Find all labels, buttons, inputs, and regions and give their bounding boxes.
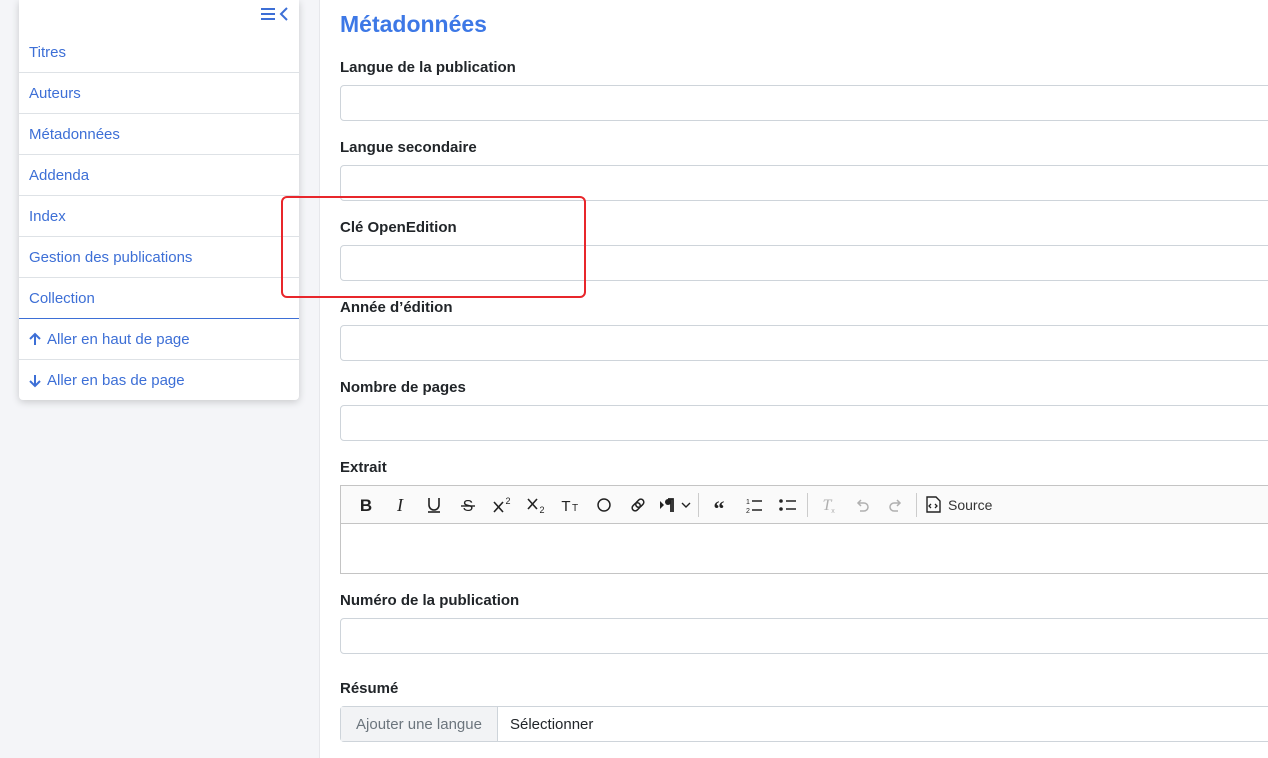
arrow-down-icon — [29, 374, 41, 388]
source-label: Source — [948, 496, 993, 513]
bold-button[interactable]: B — [349, 490, 383, 520]
langue-secondaire-label: Langue secondaire — [340, 139, 477, 156]
strikethrough-icon: S — [461, 498, 475, 514]
nav-item-collection[interactable]: Collection — [19, 278, 299, 319]
collapse-nav-button[interactable] — [261, 5, 289, 23]
nav-item-index[interactable]: Index — [19, 196, 299, 237]
remove-format-button[interactable]: Tx — [811, 490, 845, 520]
subscript-button[interactable]: 2 — [519, 490, 553, 520]
link-icon — [631, 497, 645, 512]
svg-text:I: I — [396, 496, 404, 514]
arrow-up-icon — [29, 332, 41, 346]
bold-icon: B — [360, 496, 372, 514]
langue-publication-input[interactable] — [340, 85, 1268, 121]
circle-icon — [597, 497, 611, 512]
superscript-button[interactable]: 2 — [485, 490, 519, 520]
small-caps-icon: TT — [561, 498, 578, 514]
remove-format-icon: Tx — [823, 497, 836, 514]
go-bottom-label: Aller en bas de page — [47, 372, 185, 389]
nav-item-label: Addenda — [29, 166, 90, 184]
numero-publication-label: Numéro de la publication — [340, 592, 520, 609]
chevron-down-icon — [681, 502, 691, 508]
redo-button[interactable] — [879, 490, 913, 520]
numero-publication-input[interactable] — [340, 618, 1268, 654]
nombre-pages-input[interactable] — [340, 405, 1268, 441]
underline-icon — [428, 497, 440, 513]
nav-item-label: Auteurs — [29, 84, 81, 102]
resume-language-group: Ajouter une langue Sélectionner — [340, 706, 1268, 742]
nav-item-label: Titres — [29, 43, 66, 61]
nav-item-label: Gestion des publications — [29, 248, 193, 266]
paragraph-direction-dropdown[interactable] — [655, 490, 695, 520]
editor-toolbar: B I S 2 2 TT “ 12 Tx Source — [341, 486, 1268, 524]
svg-text:1: 1 — [746, 499, 750, 506]
svg-text:“: “ — [714, 496, 725, 514]
extrait-label: Extrait — [340, 459, 387, 476]
nav-item-gestion-publications[interactable]: Gestion des publications — [19, 237, 299, 278]
menu-icon — [261, 8, 275, 20]
svg-text:B: B — [360, 496, 372, 514]
toolbar-separator — [807, 492, 808, 517]
nav-item-label: Métadonnées — [29, 125, 120, 143]
annotation-highlight-box — [281, 196, 586, 298]
link-button[interactable] — [621, 490, 655, 520]
superscript-icon: 2 — [493, 496, 511, 513]
language-select[interactable]: Sélectionner — [498, 707, 593, 741]
go-bottom-link[interactable]: Aller en bas de page — [19, 360, 299, 401]
svg-text:x: x — [831, 508, 835, 514]
italic-button[interactable]: I — [383, 490, 417, 520]
nav-item-auteurs[interactable]: Auteurs — [19, 73, 299, 114]
redo-icon — [889, 498, 902, 512]
go-top-link[interactable]: Aller en haut de page — [19, 319, 299, 360]
undo-button[interactable] — [845, 490, 879, 520]
numbered-list-button[interactable]: 12 — [736, 490, 770, 520]
svg-text:2: 2 — [539, 505, 544, 514]
svg-text:2: 2 — [505, 496, 510, 506]
svg-text:T: T — [572, 503, 578, 514]
extrait-editor: B I S 2 2 TT “ 12 Tx Source — [340, 485, 1268, 574]
italic-icon: I — [396, 496, 404, 514]
svg-text:2: 2 — [746, 508, 750, 514]
toolbar-separator — [698, 492, 699, 517]
nav-item-label: Index — [29, 207, 66, 225]
blockquote-button[interactable]: “ — [702, 490, 736, 520]
toolbar-separator — [916, 492, 917, 517]
annee-edition-label: Année d’édition — [340, 299, 453, 316]
sidebar-nav: Titres Auteurs Métadonnées Addenda Index… — [19, 0, 299, 400]
bulleted-list-icon — [779, 498, 796, 511]
subscript-icon: 2 — [527, 497, 545, 514]
add-language-button[interactable]: Ajouter une langue — [341, 707, 498, 741]
langue-publication-label: Langue de la publication — [340, 59, 516, 76]
undo-icon — [856, 498, 869, 512]
source-button[interactable]: Source — [920, 490, 996, 520]
chevron-left-icon — [279, 7, 288, 21]
nav-item-addenda[interactable]: Addenda — [19, 155, 299, 196]
strikethrough-button[interactable]: S — [451, 490, 485, 520]
nav-item-label: Collection — [29, 289, 95, 307]
blockquote-icon: “ — [714, 496, 725, 514]
nav-item-metadonnees[interactable]: Métadonnées — [19, 114, 299, 155]
source-icon — [926, 495, 941, 513]
bulleted-list-button[interactable] — [770, 490, 804, 520]
page-title: Métadonnées — [340, 11, 487, 37]
resume-label: Résumé — [340, 680, 399, 697]
nav-item-titres[interactable]: Titres — [19, 32, 299, 73]
extrait-editor-content[interactable] — [341, 524, 1268, 573]
nombre-pages-label: Nombre de pages — [340, 379, 466, 396]
small-caps-button[interactable]: TT — [553, 490, 587, 520]
svg-text:T: T — [561, 498, 570, 514]
circle-button[interactable] — [587, 490, 621, 520]
underline-button[interactable] — [417, 490, 451, 520]
go-top-label: Aller en haut de page — [47, 330, 190, 348]
numbered-list-icon: 12 — [746, 499, 762, 514]
annee-edition-input[interactable] — [340, 325, 1268, 361]
paragraph-direction-icon — [660, 497, 674, 512]
